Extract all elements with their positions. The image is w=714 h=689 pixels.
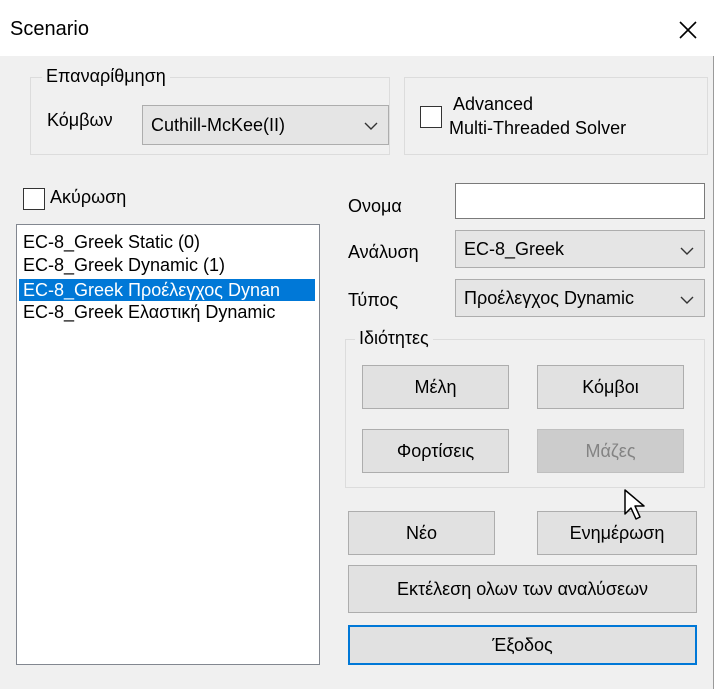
renumbering-method-value: Cuthill-McKee(II) (151, 114, 286, 135)
analysis-value: EC-8_Greek (464, 238, 565, 259)
list-item[interactable]: EC-8_Greek Ελαστική Dynamic (19, 301, 275, 323)
close-icon (679, 21, 697, 39)
type-select[interactable]: Προέλεγχος Dynamic (455, 279, 705, 317)
window-title: Scenario (10, 18, 89, 40)
list-item[interactable]: EC-8_Greek Dynamic (1) (19, 254, 225, 276)
exit-button[interactable]: Έξοδος (348, 625, 697, 665)
close-button[interactable] (666, 8, 710, 52)
list-item-selected[interactable]: EC-8_Greek Προέλεγχος Dynan (19, 279, 315, 301)
mouse-pointer-icon (624, 489, 645, 520)
nodes-button[interactable]: Κόμβοι (537, 365, 684, 409)
properties-legend: Ιδιότητες (355, 328, 433, 349)
chevron-down-icon (680, 296, 694, 304)
title-bar: Scenario (0, 0, 714, 56)
cancel-label: Ακύρωση (50, 187, 127, 207)
renumbering-method-select[interactable]: Cuthill-McKee(II) (142, 105, 389, 145)
chevron-down-icon (364, 122, 378, 130)
advanced-solver-checkbox[interactable] (420, 106, 442, 128)
name-input[interactable] (455, 183, 705, 219)
analysis-select[interactable]: EC-8_Greek (455, 230, 705, 268)
analysis-label: Ανάλυση (348, 242, 419, 262)
masses-button[interactable]: Μάζες (537, 429, 684, 473)
name-label: Ονομα (348, 196, 402, 216)
advanced-solver-line1: Advanced (453, 94, 534, 114)
new-button[interactable]: Νέο (348, 511, 495, 555)
nodes-label: Κόμβων (47, 110, 113, 130)
run-all-button[interactable]: Εκτέλεση ολων των αναλύσεων (348, 565, 697, 613)
scenario-list[interactable]: EC-8_Greek Static (0) EC-8_Greek Dynamic… (16, 224, 320, 665)
chevron-down-icon (680, 247, 694, 255)
advanced-solver-line2: Multi-Threaded Solver (449, 118, 627, 138)
scenario-dialog: Scenario Επαναρίθμηση Κόμβων Cuthill-McK… (0, 0, 714, 689)
list-item[interactable]: EC-8_Greek Static (0) (19, 231, 200, 253)
update-button[interactable]: Ενημέρωση (537, 511, 697, 555)
cancel-checkbox[interactable] (23, 188, 45, 210)
renumbering-legend: Επαναρίθμηση (42, 66, 170, 87)
solver-group (404, 77, 708, 155)
type-value: Προέλεγχος Dynamic (464, 287, 634, 308)
type-label: Τύπος (348, 290, 399, 310)
loads-button[interactable]: Φορτίσεις (362, 429, 509, 473)
members-button[interactable]: Μέλη (362, 365, 509, 409)
